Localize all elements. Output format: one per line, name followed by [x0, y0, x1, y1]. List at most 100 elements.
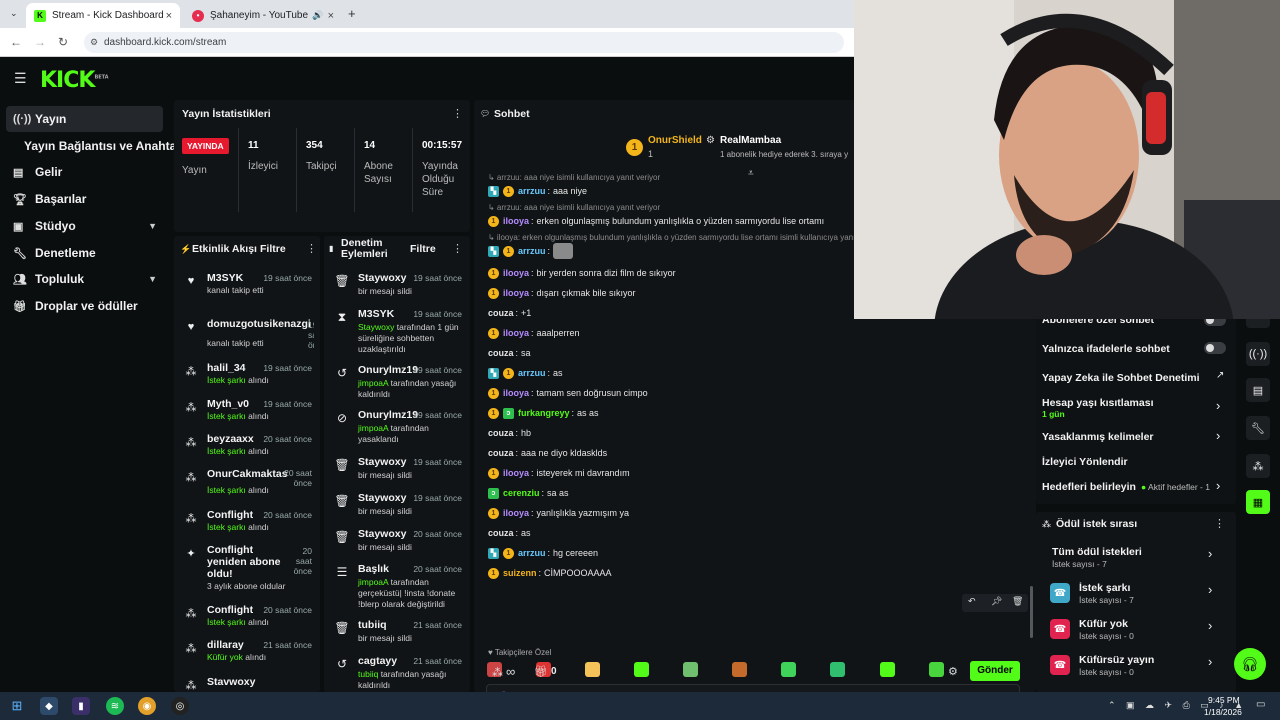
mod-target[interactable]: cagtayy	[358, 655, 397, 667]
more-options-icon[interactable]: ⋮	[452, 242, 463, 255]
feed-name[interactable]: domuzgotusikenazgin	[207, 318, 311, 330]
chat-username[interactable]: ilooya	[503, 288, 529, 298]
mod-target[interactable]: Başlık	[358, 563, 389, 575]
chat-username[interactable]: couza	[488, 308, 514, 318]
clip-icon[interactable]: ▦	[1246, 490, 1270, 514]
feed-name[interactable]: OnurCakmaktas	[207, 468, 288, 480]
tab-kick-dashboard[interactable]: K Stream - Kick Dashboard ×	[26, 3, 180, 28]
spotify-icon[interactable]: ≋	[106, 697, 124, 715]
chat-message[interactable]: ▚ 1 arrzuu: as	[488, 366, 563, 380]
feed-name[interactable]: halil_34	[207, 362, 246, 374]
filter-button[interactable]: Filtre	[410, 243, 436, 255]
filter-button[interactable]: Filtre	[260, 243, 286, 255]
chat-message[interactable]: 1 ilooya: erken olgunlaşmış bulundum yanl…	[488, 214, 824, 228]
chat-username[interactable]: couza	[488, 428, 514, 438]
reload-icon[interactable]: ↻	[58, 35, 68, 49]
tab-list-icon[interactable]: ⌄	[10, 8, 18, 19]
app-icon[interactable]: ◆	[40, 697, 58, 715]
chat-message[interactable]: 1 ilooya: isteyerek mi davrandım	[488, 466, 630, 480]
app-icon[interactable]: ◎	[171, 697, 189, 715]
chat-message[interactable]: couza: sa	[488, 346, 531, 360]
pinned-leaderboard[interactable]: 1 OnurShield 1 ⚙ RealMambaa 1 abonelik h…	[626, 134, 866, 166]
chevron-right-icon[interactable]: ›	[1216, 478, 1220, 493]
setting-raid[interactable]: İzleyici Yönlendir	[1042, 456, 1128, 468]
audio-icon[interactable]: 🔊	[312, 10, 323, 21]
feed-name[interactable]: Conflight	[207, 509, 253, 521]
feed-name[interactable]: M3SYK	[207, 272, 243, 284]
mod-target[interactable]: Staywoxy	[358, 492, 406, 504]
gift-box-icon[interactable]: 🎁︎	[534, 665, 548, 678]
setting-ai-moderation[interactable]: Yapay Zeka ile Sohbet Denetimi	[1042, 372, 1200, 384]
chat-message[interactable]: ▚ 1 arrzuu: hg cereeen	[488, 546, 598, 560]
app-icon[interactable]: ▮	[72, 697, 90, 715]
support-chat-button[interactable]: 🎧︎	[1234, 648, 1266, 680]
mod-target[interactable]: Staywoxy	[358, 272, 406, 284]
url-field[interactable]: ⚙ dashboard.kick.com/stream	[84, 32, 844, 53]
chat-username[interactable]: ilooya	[503, 508, 529, 518]
chat-message[interactable]: couza: +1	[488, 306, 531, 320]
top-user-name[interactable]: OnurShield	[648, 135, 702, 146]
setting-account-age[interactable]: Hesap yaşı kısıtlaması	[1042, 397, 1154, 409]
chat-settings-icon[interactable]: ⚙	[948, 665, 958, 678]
site-info-icon[interactable]: ⚙	[90, 32, 98, 53]
chat-username[interactable]: ilooya	[503, 468, 529, 478]
chat-username[interactable]: couza	[488, 448, 514, 458]
new-tab-icon[interactable]: +	[348, 6, 356, 21]
chevron-down-icon[interactable]: ▼	[148, 274, 157, 284]
more-options-icon[interactable]: ⋮	[306, 242, 317, 255]
chat-username[interactable]: cerenziu	[503, 488, 540, 498]
chat-message[interactable]: couza: as	[488, 526, 531, 540]
chat-username[interactable]: furkangreyy	[518, 408, 570, 418]
send-button[interactable]: Gönder	[970, 661, 1020, 681]
setting-banned-words[interactable]: Yasaklanmış kelimeler	[1042, 431, 1154, 443]
sidebar-item-stream-key[interactable]: Yayın Bağlantısı ve Anahtarı	[6, 133, 184, 159]
chat-message[interactable]: 1 ilooya: tamam sen doğrusun cimpo	[488, 386, 648, 400]
emotes-only-toggle[interactable]	[1204, 342, 1226, 354]
reward-kufur-yok[interactable]: ☎ Küfür yok İstek sayısı - 0 ›	[1050, 618, 1226, 646]
chat-username[interactable]: ilooya	[503, 216, 529, 226]
reply-icon[interactable]: ↶	[968, 596, 976, 607]
chevron-right-icon[interactable]: ›	[1208, 546, 1212, 561]
layout-icon[interactable]: ▤	[1246, 378, 1270, 402]
scroll-thumb[interactable]	[1030, 586, 1033, 638]
chrome-icon[interactable]: ◉	[138, 697, 156, 715]
more-options-icon[interactable]: ⋮	[1214, 517, 1225, 530]
chat-username[interactable]: arrzuu	[518, 246, 546, 256]
chat-message[interactable]: ▚ 1 arrzuu: aaa niye	[488, 184, 587, 198]
chat-username[interactable]: arrzuu	[518, 548, 546, 558]
chat-message[interactable]: 1 ilooya: yanlışlıkla yazmışım ya	[488, 506, 629, 520]
chat-message[interactable]: couza: hb	[488, 426, 531, 440]
sidebar-item-droplar[interactable]: 🎁︎ Droplar ve ödüller	[6, 293, 163, 319]
chevron-right-icon[interactable]: ›	[1208, 618, 1212, 633]
chat-message[interactable]: 1 suizenn: CİMPOOOAAAA	[488, 566, 612, 580]
chat-message[interactable]: 1 ilooya: bir yerden sonra dizi film de s…	[488, 266, 676, 280]
sidebar-item-denetleme[interactable]: 🔧︎ Denetleme	[6, 240, 163, 266]
feed-name[interactable]: Myth_v0	[207, 398, 249, 410]
chat-message[interactable]: ↄ cerenziu: sa as	[488, 486, 569, 500]
mod-target[interactable]: M3SYK	[358, 308, 394, 320]
chevron-right-icon[interactable]: ›	[1208, 582, 1212, 597]
close-tab-icon[interactable]: ×	[166, 10, 172, 22]
chat-message[interactable]: couza: aaa ne diyo kldasklds	[488, 446, 607, 460]
feed-name[interactable]: Stavwoxy	[207, 676, 255, 688]
delete-icon[interactable]: 🗑︎	[1012, 596, 1023, 607]
sidebar-item-basarilar[interactable]: 🏆︎ Başarılar	[6, 186, 163, 212]
chat-username[interactable]: arrzuu	[518, 186, 546, 196]
chat-username[interactable]: arrzuu	[518, 368, 546, 378]
menu-icon[interactable]: ☰	[14, 70, 27, 87]
chevron-right-icon[interactable]: ›	[1208, 654, 1212, 669]
tab-youtube-music[interactable]: • Şahaneyim - YouTube Music 🔊 ×	[184, 3, 342, 28]
chevron-right-icon[interactable]: ›	[1216, 428, 1220, 443]
chat-message[interactable]: ▚ 1 arrzuu:	[488, 243, 574, 259]
feed-name[interactable]: Conflight yeniden abone oldu!	[207, 544, 283, 580]
windows-start-icon[interactable]: ⊞	[8, 697, 26, 715]
mod-target[interactable]: Staywoxy	[358, 456, 406, 468]
more-options-icon[interactable]: ⋮	[452, 107, 463, 120]
chat-username[interactable]: couza	[488, 528, 514, 538]
chat-message[interactable]: 1 ilooya: aaalperren	[488, 326, 580, 340]
points-icon[interactable]: ⁂	[1246, 454, 1270, 478]
kick-logo[interactable]: KICKBETA	[40, 68, 109, 93]
feed-name[interactable]: dillaray	[207, 639, 244, 651]
sidebar-item-topluluk[interactable]: 👥︎ Topluluk ▼	[6, 266, 163, 292]
chevron-right-icon[interactable]: ›	[1216, 398, 1220, 413]
